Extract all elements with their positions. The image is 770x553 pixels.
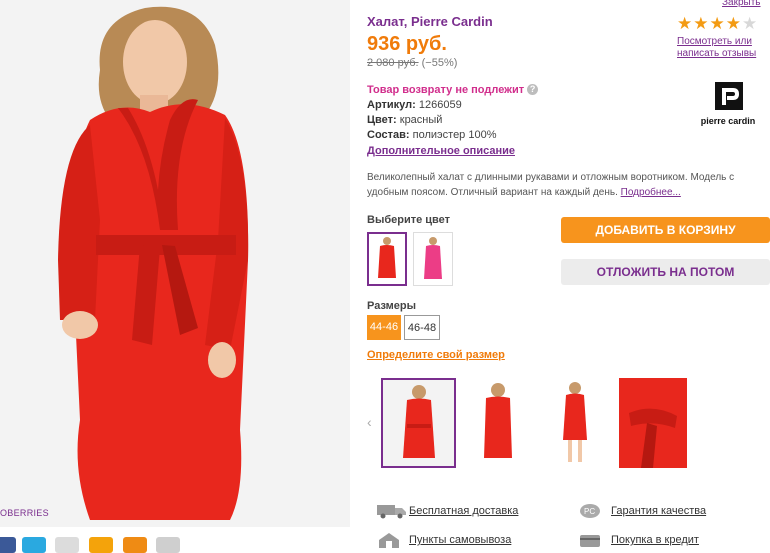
- thumbnail-1[interactable]: [381, 378, 456, 468]
- credit-purchase-link[interactable]: Покупка в кредит: [611, 534, 699, 546]
- product-description: Великолепный халат с длинными рукавами и…: [367, 170, 770, 200]
- color-swatch-red[interactable]: [367, 232, 407, 286]
- brand-logo[interactable]: pierre cardin: [697, 82, 757, 130]
- product-main-image[interactable]: [0, 0, 350, 527]
- thumbnail-4[interactable]: [619, 378, 687, 468]
- product-title: Халат, Pierre Cardin: [367, 14, 493, 29]
- article-label: Артикул:: [367, 99, 416, 111]
- reviews-link-line1[interactable]: Посмотреть или: [677, 36, 756, 48]
- description-line1: Великолепный халат с длинными рукавами и…: [367, 172, 735, 183]
- thumbnail-3[interactable]: [540, 378, 610, 468]
- quality-guarantee-link[interactable]: Гарантия качества: [611, 505, 706, 517]
- facebook-share-icon[interactable]: [0, 537, 16, 553]
- description-line2: удобным поясом. Отличный вариант на кажд…: [367, 187, 618, 198]
- close-link[interactable]: Закрыть: [722, 0, 761, 8]
- thumbnail-2[interactable]: [462, 378, 532, 468]
- article-row: Артикул: 1266059: [367, 99, 462, 111]
- article-value: 1266059: [418, 99, 462, 111]
- brand-tag: OBERRIES: [0, 508, 49, 518]
- product-price: 936 руб.: [367, 33, 447, 55]
- details-link[interactable]: Подробнее...: [621, 187, 681, 198]
- brand-logo-mark: [715, 82, 743, 110]
- discount-percent: (−55%): [421, 57, 458, 69]
- add-to-cart-button[interactable]: ДОБАВИТЬ В КОРЗИНУ: [561, 217, 770, 243]
- svg-text:PC: PC: [584, 507, 595, 516]
- twitter-share-icon[interactable]: [22, 537, 46, 553]
- more-share-icon[interactable]: [156, 537, 180, 553]
- star-empty-icon: ★: [742, 14, 759, 33]
- pickup-point-icon: [377, 532, 403, 548]
- pickup-points-link[interactable]: Пункты самовывоза: [409, 534, 511, 546]
- star-icon: ★: [693, 14, 710, 33]
- find-size-link[interactable]: Определите свой размер: [367, 349, 505, 361]
- material-label: Состав:: [367, 129, 410, 141]
- thumbs-prev-arrow-icon[interactable]: ‹: [367, 414, 372, 430]
- color-swatch-pink[interactable]: [413, 232, 453, 286]
- credit-card-icon: [579, 532, 605, 548]
- size-option-46-48[interactable]: 46-48: [404, 315, 440, 340]
- odnoklassniki-share-icon[interactable]: [123, 537, 147, 553]
- free-delivery-link[interactable]: Бесплатная доставка: [409, 505, 518, 517]
- save-for-later-button[interactable]: ОТЛОЖИТЬ НА ПОТОМ: [561, 259, 770, 285]
- sizes-label: Размеры: [367, 300, 417, 312]
- old-price: 2 080 руб.: [367, 57, 419, 69]
- star-icon: ★: [709, 14, 726, 33]
- livejournal-share-icon[interactable]: [55, 537, 79, 553]
- star-icon: ★: [725, 14, 742, 33]
- star-icon: ★: [677, 14, 694, 33]
- color-value: красный: [399, 114, 443, 126]
- more-description-link[interactable]: Дополнительное описание: [367, 145, 515, 157]
- color-label: Цвет:: [367, 114, 397, 126]
- color-choice-label: Выберите цвет: [367, 214, 451, 226]
- reviews-link[interactable]: Посмотреть или написать отзывы: [677, 36, 756, 60]
- quality-badge-icon: PC: [579, 503, 605, 519]
- mail-share-icon[interactable]: [89, 537, 113, 553]
- help-icon[interactable]: ?: [527, 84, 539, 95]
- delivery-truck-icon: [377, 503, 406, 519]
- brand-logo-text: pierre cardin: [700, 116, 756, 126]
- size-option-44-46[interactable]: 44-46: [367, 315, 401, 340]
- no-return-notice: Товар возврату не подлежит?: [367, 84, 539, 96]
- no-return-text: Товар возврату не подлежит: [367, 84, 525, 96]
- material-value: полиэстер 100%: [412, 129, 497, 141]
- reviews-link-line2[interactable]: написать отзывы: [677, 48, 756, 60]
- old-price-row: 2 080 руб. (−55%): [367, 57, 457, 69]
- material-row: Состав: полиэстер 100%: [367, 129, 497, 141]
- color-row: Цвет: красный: [367, 114, 442, 126]
- rating-stars[interactable]: ★★★★★: [677, 15, 758, 32]
